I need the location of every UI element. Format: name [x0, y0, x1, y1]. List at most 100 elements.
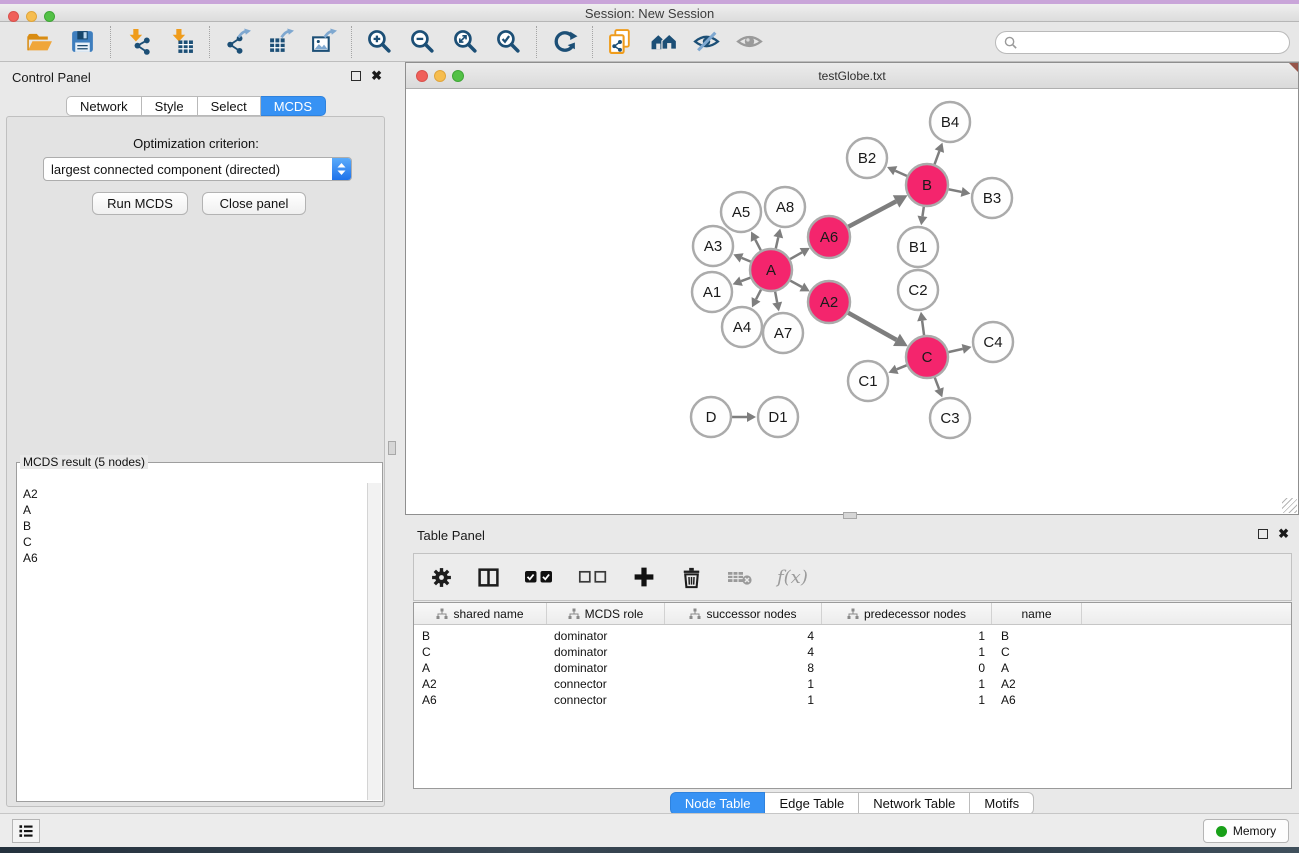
zoom-in-icon[interactable] — [366, 28, 393, 55]
column-header-shared-name[interactable]: shared name — [414, 603, 547, 624]
network-canvas[interactable]: AA1A2A3A4A5A6A7A8BB1B2B3B4CC1C2C3C4DD1 — [406, 89, 1298, 514]
tab-node-table[interactable]: Node Table — [670, 792, 766, 815]
zoom-out-icon[interactable] — [409, 28, 436, 55]
mcds-result-item[interactable]: A2 — [23, 486, 367, 502]
graph-node-label: D — [706, 409, 717, 426]
column-header-mcds-role[interactable]: MCDS role — [547, 603, 665, 624]
main-toolbar — [0, 22, 1299, 62]
horizontal-splitter-handle[interactable] — [843, 512, 857, 519]
graph-edge[interactable] — [845, 201, 896, 228]
apply-layout-icon[interactable] — [551, 28, 578, 55]
graph-node-label: C3 — [940, 410, 959, 427]
dropdown-stepper-icon — [332, 158, 351, 180]
control-panel-tabs: Network Style Select MCDS — [0, 96, 392, 116]
table-cell: 1 — [665, 693, 822, 707]
mcds-result-item[interactable]: C — [23, 534, 367, 550]
hide-graphics-details-icon[interactable] — [693, 28, 720, 55]
column-label: MCDS role — [585, 607, 644, 621]
select-all-checkboxes-icon[interactable] — [524, 566, 554, 588]
table-row[interactable]: Bdominator41B — [414, 628, 1291, 644]
task-history-button[interactable] — [12, 819, 40, 843]
mcds-result-item[interactable]: B — [23, 518, 367, 534]
graph-node-label: B — [922, 177, 932, 194]
graph-node-label: A5 — [732, 204, 750, 221]
function-builder-icon[interactable]: f(x) — [777, 567, 808, 588]
table-cell: connector — [547, 693, 665, 707]
tab-select[interactable]: Select — [198, 96, 261, 116]
graph-node-label: B1 — [909, 239, 927, 256]
open-session-icon[interactable] — [26, 28, 53, 55]
table-panel: Table Panel ✖ — [405, 520, 1299, 813]
deselect-all-checkboxes-icon[interactable] — [578, 566, 608, 588]
table-cell: B — [414, 629, 547, 643]
table-cell: A6 — [414, 693, 547, 707]
vertical-splitter-handle[interactable] — [388, 441, 396, 455]
graph-node-label: A8 — [776, 199, 794, 216]
add-column-icon[interactable] — [632, 565, 656, 589]
window-title: Session: New Session — [0, 6, 1299, 21]
column-header-name[interactable]: name — [992, 603, 1082, 624]
import-table-icon[interactable] — [168, 28, 195, 55]
split-view-icon[interactable] — [477, 566, 500, 589]
graph-edge-arrow-icon — [962, 344, 972, 354]
window-titlebar[interactable]: Session: New Session — [0, 4, 1299, 22]
table-cell: 1 — [822, 645, 992, 659]
new-network-from-selection-icon[interactable] — [607, 28, 634, 55]
delete-table-icon[interactable] — [727, 566, 753, 588]
home-icon[interactable] — [650, 28, 677, 55]
criterion-value: largest connected component (directed) — [44, 162, 332, 177]
float-panel-icon[interactable] — [351, 71, 361, 81]
zoom-selected-icon[interactable] — [495, 28, 522, 55]
mcds-result-item[interactable]: A6 — [23, 550, 367, 566]
column-label: successor nodes — [706, 607, 796, 621]
tab-motifs[interactable]: Motifs — [970, 792, 1034, 815]
show-graphics-details-icon[interactable] — [736, 28, 763, 55]
close-panel-button[interactable]: Close panel — [202, 192, 306, 215]
graph-edge[interactable] — [845, 311, 897, 340]
graph-node-label: D1 — [768, 409, 787, 426]
graph-node-label: B2 — [858, 150, 876, 167]
tab-edge-table[interactable]: Edge Table — [765, 792, 859, 815]
export-table-icon[interactable] — [267, 28, 294, 55]
table-row[interactable]: A6connector11A6 — [414, 692, 1291, 708]
table-row[interactable]: Cdominator41C — [414, 644, 1291, 660]
table-row[interactable]: Adominator80A — [414, 660, 1291, 676]
network-window-titlebar[interactable]: testGlobe.txt — [406, 63, 1298, 89]
table-cell: connector — [547, 677, 665, 691]
close-panel-icon[interactable]: ✖ — [371, 71, 382, 81]
resize-grip-icon[interactable] — [1282, 498, 1297, 513]
zoom-fit-icon[interactable] — [452, 28, 479, 55]
import-network-icon[interactable] — [125, 28, 152, 55]
tab-network[interactable]: Network — [66, 96, 142, 116]
save-session-icon[interactable] — [69, 28, 96, 55]
table-body: Bdominator41BCdominator41CAdominator80AA… — [414, 628, 1291, 708]
attribute-icon — [568, 608, 580, 620]
run-mcds-button[interactable]: Run MCDS — [92, 192, 188, 215]
table-cell: 1 — [665, 677, 822, 691]
export-image-icon[interactable] — [310, 28, 337, 55]
search-input[interactable] — [1018, 36, 1289, 50]
gear-icon[interactable] — [430, 566, 453, 589]
table-row[interactable]: A2connector11A2 — [414, 676, 1291, 692]
delete-columns-icon[interactable] — [680, 566, 703, 589]
memory-label: Memory — [1233, 824, 1276, 838]
mcds-list-scrollbar[interactable] — [367, 483, 381, 800]
graph-node-label: C4 — [983, 334, 1002, 351]
float-panel-icon[interactable] — [1258, 529, 1268, 539]
column-header-predecessor-nodes[interactable]: predecessor nodes — [822, 603, 992, 624]
criterion-dropdown[interactable]: largest connected component (directed) — [43, 157, 352, 181]
column-label: shared name — [453, 607, 523, 621]
memory-button[interactable]: Memory — [1203, 819, 1289, 843]
tab-mcds[interactable]: MCDS — [261, 96, 326, 116]
search-box[interactable] — [995, 31, 1290, 54]
tab-style[interactable]: Style — [142, 96, 198, 116]
column-header-successor-nodes[interactable]: successor nodes — [665, 603, 822, 624]
export-network-icon[interactable] — [224, 28, 251, 55]
table-cell: dominator — [547, 645, 665, 659]
control-panel: Control Panel ✖ Network Style Select MCD… — [0, 62, 392, 813]
graph-node-label: A6 — [820, 229, 838, 246]
close-panel-icon[interactable]: ✖ — [1278, 529, 1289, 539]
mcds-result-list[interactable]: A2ABCA6 — [18, 483, 367, 800]
tab-network-table[interactable]: Network Table — [859, 792, 970, 815]
mcds-result-item[interactable]: A — [23, 502, 367, 518]
